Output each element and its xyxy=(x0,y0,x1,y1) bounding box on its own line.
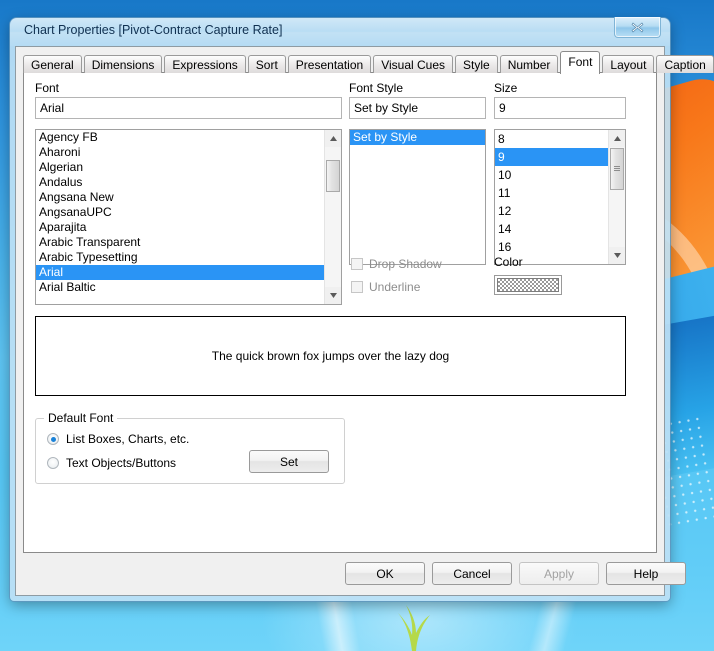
help-button[interactable]: Help xyxy=(606,562,686,585)
wallpaper-leaf-icon xyxy=(398,605,430,651)
radio-list-boxes-charts-label: List Boxes, Charts, etc. xyxy=(66,432,190,446)
dialog-footer: OK Cancel Apply Help xyxy=(16,553,686,595)
scroll-down-icon[interactable] xyxy=(609,247,625,264)
tab-expressions[interactable]: Expressions xyxy=(164,55,246,73)
font-list-items: Agency FB Aharoni Algerian Andalus Angsa… xyxy=(36,130,324,304)
radio-text-objects-buttons-label: Text Objects/Buttons xyxy=(66,456,177,470)
drop-shadow-label: Drop Shadow xyxy=(369,257,442,271)
tab-general[interactable]: General xyxy=(23,55,82,73)
color-swatch-preview xyxy=(497,278,559,292)
dialog-title: Chart Properties [Pivot-Contract Capture… xyxy=(24,23,283,37)
default-font-group-title: Default Font xyxy=(44,411,118,425)
size-list-item[interactable]: 12 xyxy=(495,202,608,220)
font-style-list-item-selected[interactable]: Set by Style xyxy=(350,130,485,145)
tab-sort[interactable]: Sort xyxy=(247,55,286,73)
scroll-thumb-grip-icon xyxy=(614,165,620,173)
font-list-item[interactable]: Arial Baltic xyxy=(36,280,324,295)
font-list-item[interactable]: Algerian xyxy=(36,160,324,175)
size-label: Size xyxy=(494,81,518,95)
size-list-item[interactable]: 14 xyxy=(495,220,608,238)
font-list-item[interactable]: Arabic Typesetting xyxy=(36,250,324,265)
font-list-item-selected[interactable]: Arial xyxy=(36,265,324,280)
drop-shadow-checkbox[interactable] xyxy=(351,258,363,270)
radio-list-boxes-charts[interactable]: List Boxes, Charts, etc. xyxy=(47,432,189,446)
font-label: Font xyxy=(35,81,60,95)
size-list-scrollbar[interactable] xyxy=(608,130,625,264)
size-list-item[interactable]: 8 xyxy=(495,130,608,148)
tab-layout[interactable]: Layout xyxy=(602,55,655,73)
close-icon xyxy=(631,22,644,32)
chart-properties-dialog: Chart Properties [Pivot-Contract Capture… xyxy=(10,17,714,601)
tab-number[interactable]: Number xyxy=(499,55,559,73)
font-input[interactable]: Arial xyxy=(35,97,342,119)
tab-strip: General Dimensions Expressions Sort Pres… xyxy=(23,51,714,74)
set-default-font-button[interactable]: Set xyxy=(249,450,329,473)
ok-button[interactable]: OK xyxy=(345,562,425,585)
cancel-button[interactable]: Cancel xyxy=(432,562,512,585)
font-list-item[interactable]: Aparajita xyxy=(36,220,324,235)
underline-checkbox-row[interactable]: Underline xyxy=(351,280,420,294)
size-list-items: 8 9 10 11 12 14 16 xyxy=(495,130,608,264)
radio-indicator[interactable] xyxy=(47,457,59,469)
size-list-item[interactable]: 11 xyxy=(495,184,608,202)
dialog-client-area: General Dimensions Expressions Sort Pres… xyxy=(15,46,714,596)
tab-dimensions[interactable]: Dimensions xyxy=(83,55,163,73)
size-list-item-selected[interactable]: 9 xyxy=(495,148,608,166)
tab-style[interactable]: Style xyxy=(455,55,498,73)
size-list-item[interactable]: 16 xyxy=(495,238,608,256)
font-list-item[interactable]: Aharoni xyxy=(36,145,324,160)
font-style-list-items: Set by Style xyxy=(350,130,485,264)
drop-shadow-checkbox-row[interactable]: Drop Shadow xyxy=(351,257,442,271)
tab-visual-cues[interactable]: Visual Cues xyxy=(373,55,454,73)
scroll-up-icon[interactable] xyxy=(609,130,625,147)
dialog-title-bar[interactable]: Chart Properties [Pivot-Contract Capture… xyxy=(10,17,670,46)
size-list-item[interactable]: 10 xyxy=(495,166,608,184)
tab-caption[interactable]: Caption xyxy=(656,55,714,73)
size-input[interactable]: 9 xyxy=(494,97,626,119)
size-list[interactable]: 8 9 10 11 12 14 16 xyxy=(494,129,626,265)
font-tab-panel: Font Arial Agency FB Aharoni Algerian An… xyxy=(23,72,657,553)
font-list[interactable]: Agency FB Aharoni Algerian Andalus Angsa… xyxy=(35,129,342,305)
underline-checkbox[interactable] xyxy=(351,281,363,293)
default-font-group: Default Font List Boxes, Charts, etc. Te… xyxy=(35,411,345,484)
scroll-up-icon[interactable] xyxy=(325,130,341,147)
font-list-scroll-thumb[interactable] xyxy=(326,160,340,192)
radio-indicator[interactable] xyxy=(47,433,59,445)
close-button[interactable] xyxy=(614,17,661,38)
size-list-scroll-thumb[interactable] xyxy=(610,148,624,190)
font-style-list[interactable]: Set by Style xyxy=(349,129,486,265)
font-style-label: Font Style xyxy=(349,81,404,95)
font-list-item[interactable]: Angsana New xyxy=(36,190,324,205)
font-style-input[interactable]: Set by Style xyxy=(349,97,486,119)
font-list-item[interactable]: AngsanaUPC xyxy=(36,205,324,220)
apply-button: Apply xyxy=(519,562,599,585)
tab-font[interactable]: Font xyxy=(560,51,601,74)
font-preview-text: The quick brown fox jumps over the lazy … xyxy=(211,349,450,363)
scroll-down-icon[interactable] xyxy=(325,287,341,304)
font-list-item[interactable]: Andalus xyxy=(36,175,324,190)
tab-presentation[interactable]: Presentation xyxy=(287,55,372,73)
font-preview-box: The quick brown fox jumps over the lazy … xyxy=(35,316,626,396)
font-list-scrollbar[interactable] xyxy=(324,130,341,304)
underline-label: Underline xyxy=(369,280,421,294)
font-list-item[interactable]: Arabic Transparent xyxy=(36,235,324,250)
color-label: Color xyxy=(494,255,523,269)
color-swatch-button[interactable] xyxy=(494,275,562,295)
font-list-item[interactable]: Agency FB xyxy=(36,130,324,145)
radio-text-objects-buttons[interactable]: Text Objects/Buttons xyxy=(47,456,176,470)
